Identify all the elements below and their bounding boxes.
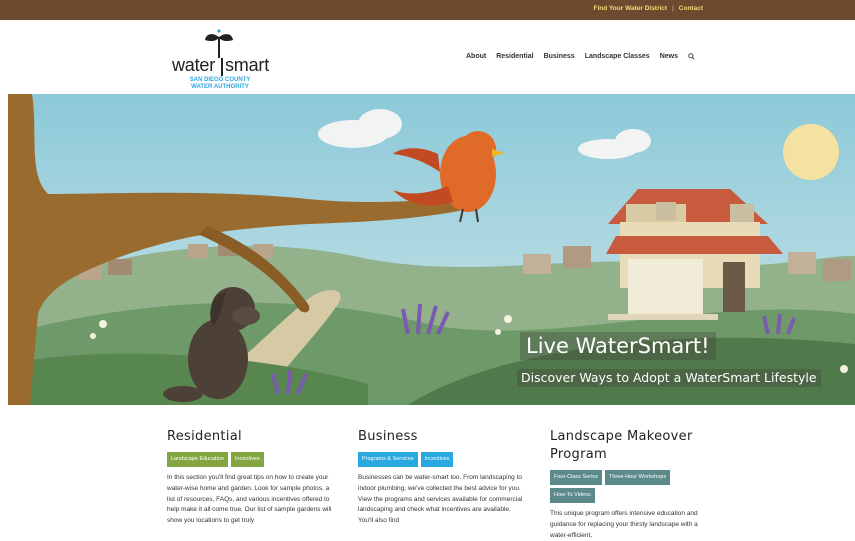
landscape-makeover-title[interactable]: Landscape Makeover Program	[550, 428, 715, 464]
tag-three-hour-workshops[interactable]: Three-Hour Workshops	[605, 470, 671, 485]
main-nav: About Residential Business Landscape Cla…	[466, 53, 695, 60]
logo-subtitle-line2: WATER AUTHORITY	[191, 84, 249, 90]
business-tags: Programs & Services Incentives	[358, 452, 523, 467]
residential-title[interactable]: Residential	[167, 428, 332, 446]
nav-item-about[interactable]: About	[466, 53, 486, 60]
logo-subtitle-line1: SAN DIEGO COUNTY	[189, 77, 251, 83]
find-water-district-link[interactable]: Find Your Water District	[594, 5, 668, 12]
sun-icon	[783, 124, 839, 180]
hero-illustration	[8, 94, 855, 405]
hero-subheadline: Discover Ways to Adopt a WaterSmart Life…	[517, 369, 821, 387]
site-header: water smart SAN DIEGO COUNTY WATER AUTHO…	[0, 20, 855, 94]
logo-subtitle: SAN DIEGO COUNTY WATER AUTHORITY	[180, 77, 260, 91]
landscape-makeover-tags: Four-Class Series Three-Hour Workshops H…	[550, 470, 715, 503]
tag-how-to-videos[interactable]: How-To Videos	[550, 488, 595, 503]
logo-divider	[221, 58, 223, 76]
utility-separator: |	[672, 5, 674, 12]
search-icon[interactable]	[688, 53, 695, 60]
tag-incentives[interactable]: Incentives	[230, 452, 264, 467]
logo-word-water: water	[172, 55, 216, 75]
nav-item-business[interactable]: Business	[544, 53, 575, 60]
contact-link[interactable]: Contact	[679, 5, 703, 12]
nav-item-news[interactable]: News	[660, 53, 678, 60]
tag-incentives[interactable]: Incentives	[420, 452, 454, 467]
hero-headline: Live WaterSmart!	[520, 332, 716, 360]
tag-programs-services[interactable]: Programs & Services	[358, 452, 418, 467]
top-utility-bar: Find Your Water District | Contact	[0, 0, 855, 20]
landscape-makeover-section: Landscape Makeover Program Four-Class Se…	[550, 428, 715, 541]
residential-description: In this section you'll find great tips o…	[167, 474, 332, 525]
tag-four-class-series[interactable]: Four-Class Series	[550, 470, 603, 485]
utility-links: Find Your Water District | Contact	[594, 5, 703, 12]
landscape-makeover-title-line2: Program	[550, 447, 607, 462]
landscape-makeover-title-line1: Landscape Makeover	[550, 429, 693, 444]
sprout-logo-icon	[205, 29, 233, 58]
business-title[interactable]: Business	[358, 428, 523, 446]
residential-section: Residential Landscape Education Incentiv…	[167, 428, 332, 527]
business-section: Business Programs & Services Incentives …	[358, 428, 523, 527]
tag-landscape-education[interactable]: Landscape Education	[167, 452, 228, 467]
hero-banner[interactable]: Live WaterSmart! Discover Ways to Adopt …	[8, 94, 855, 405]
residential-tags: Landscape Education Incentives	[167, 452, 332, 467]
watersmart-logo[interactable]: water smart SAN DIEGO COUNTY WATER AUTHO…	[172, 28, 270, 92]
logo-word-smart: smart	[225, 55, 270, 75]
nav-item-landscape-classes[interactable]: Landscape Classes	[585, 53, 650, 60]
business-description: Businesses can be water-smart too. From …	[358, 474, 523, 525]
landscape-makeover-description: This unique program offers intensive edu…	[550, 510, 698, 539]
nav-item-residential[interactable]: Residential	[496, 53, 533, 60]
